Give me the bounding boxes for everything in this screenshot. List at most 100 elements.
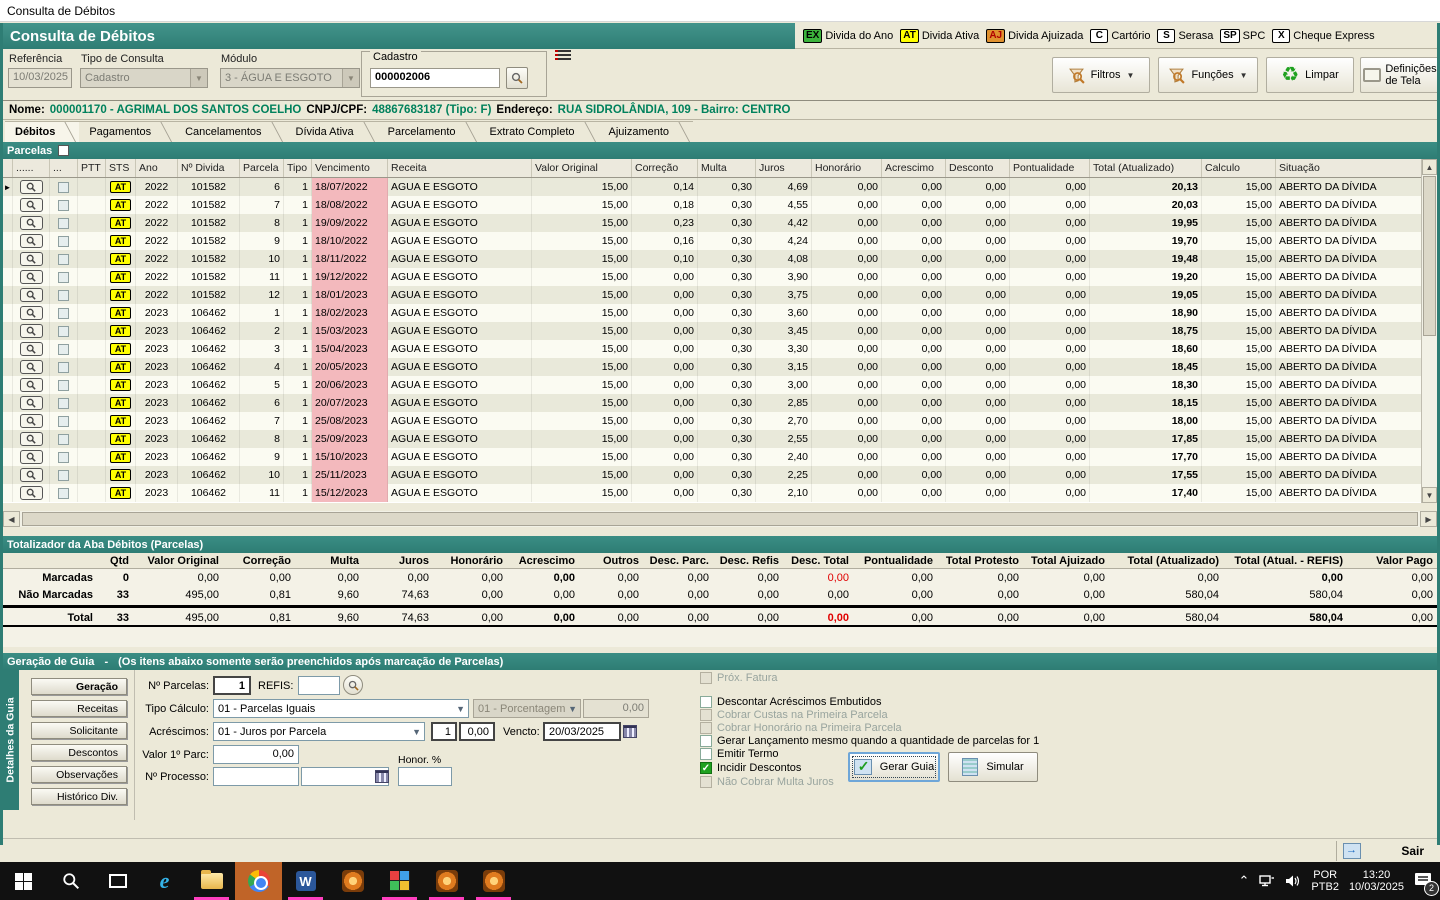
unchecked-checkbox-icon[interactable] (700, 722, 712, 734)
tipo-calculo-select[interactable]: 01 - Parcelas Iguais ▼ (213, 699, 469, 718)
grid-col-header[interactable]: Situação (1276, 159, 1421, 177)
grid-col-header[interactable]: ...... (13, 159, 50, 177)
row-detail-button[interactable] (19, 180, 43, 194)
grid-col-header[interactable]: Pontualidade (1010, 159, 1090, 177)
guia-side-button-hist-rico-div-[interactable]: Histórico Div. (31, 788, 127, 805)
acrescimos-select[interactable]: 01 - Juros por Parcela ▼ (213, 722, 425, 741)
row-checkbox[interactable] (58, 379, 69, 391)
grid-col-header[interactable]: Correção (632, 159, 698, 177)
tab-cancelamentos[interactable]: Cancelamentos (175, 121, 286, 142)
horizontal-scrollbar[interactable]: ◀ ▶ (3, 511, 1437, 527)
checkbox-cobrar-custas-na-primeira-parcela[interactable]: Cobrar Custas na Primeira Parcela (700, 709, 888, 721)
scroll-right-icon[interactable]: ▶ (1420, 511, 1437, 527)
unchecked-checkbox-icon[interactable] (700, 696, 712, 708)
definicoes-tela-button[interactable]: Definições de Tela (1360, 57, 1440, 93)
row-detail-button[interactable] (19, 450, 43, 464)
row-checkbox[interactable] (58, 253, 69, 265)
unchecked-checkbox-icon[interactable] (700, 672, 712, 684)
calendar-icon[interactable] (375, 770, 389, 783)
refis-search-button[interactable] (343, 675, 363, 695)
guia-side-button-descontos[interactable]: Descontos (31, 744, 127, 761)
row-detail-button[interactable] (19, 342, 43, 356)
processo-field-1[interactable] (213, 767, 299, 786)
grid-col-header[interactable]: Multa (698, 159, 756, 177)
acrescimos-n-field[interactable]: 1 (431, 722, 457, 741)
row-detail-button[interactable] (19, 288, 43, 302)
row-detail-button[interactable] (19, 198, 43, 212)
row-detail-button[interactable] (19, 486, 43, 500)
unchecked-checkbox-icon[interactable] (700, 748, 712, 760)
grid-col-header[interactable]: Parcela (240, 159, 284, 177)
language-indicator[interactable]: POR PTB2 (1311, 869, 1339, 893)
grid-col-header[interactable]: Desconto (946, 159, 1010, 177)
grid-col-header[interactable]: Total (Atualizado) (1090, 159, 1202, 177)
tray-chevron-icon[interactable]: ⌃ (1239, 873, 1250, 889)
grid-col-header[interactable]: Valor Original (532, 159, 632, 177)
row-detail-button[interactable] (19, 306, 43, 320)
guia-side-button-solicitante[interactable]: Solicitante (31, 722, 127, 739)
valor1-field[interactable]: 0,00 (213, 745, 299, 764)
tipo-consulta-select[interactable]: Cadastro ▼ (80, 68, 208, 88)
cadastro-options-icon[interactable] (554, 48, 572, 62)
tab-d-vida-ativa[interactable]: Dívida Ativa (285, 121, 378, 142)
row-detail-button[interactable] (19, 468, 43, 482)
taskbar-button-file-explorer[interactable] (188, 862, 235, 900)
row-checkbox[interactable] (58, 181, 69, 193)
notification-center-icon[interactable]: 2 (1414, 872, 1439, 896)
grid-col-header[interactable]: STS (106, 159, 136, 177)
row-checkbox[interactable] (58, 361, 69, 373)
tab-pagamentos[interactable]: Pagamentos (79, 121, 176, 142)
row-detail-button[interactable] (19, 216, 43, 230)
row-detail-button[interactable] (19, 378, 43, 392)
row-detail-button[interactable] (19, 252, 43, 266)
taskbar-button-task-view[interactable] (94, 862, 141, 900)
tab-d-bitos[interactable]: Débitos (5, 121, 80, 142)
checkbox-gerar-lan-amento-mesmo-quando-a-quantida[interactable]: Gerar Lançamento mesmo quando a quantida… (700, 735, 1039, 747)
row-detail-button[interactable] (19, 324, 43, 338)
referencia-field[interactable]: 10/03/2025 (8, 68, 72, 88)
refis-field[interactable] (298, 676, 340, 695)
taskbar-button-app-sun-3[interactable] (470, 862, 517, 900)
filtros-button[interactable]: Filtros ▼ (1052, 57, 1150, 93)
row-detail-button[interactable] (19, 414, 43, 428)
vencto-field[interactable]: 20/03/2025 (543, 722, 621, 741)
taskbar-button-internet-explorer[interactable]: e (141, 862, 188, 900)
row-checkbox[interactable] (58, 451, 69, 463)
checked-checkbox-icon[interactable]: ✓ (700, 762, 712, 774)
row-checkbox[interactable] (58, 487, 69, 499)
tab-parcelamento[interactable]: Parcelamento (377, 121, 480, 142)
grid-col-header[interactable]: Vencimento (312, 159, 388, 177)
network-icon[interactable] (1259, 874, 1275, 888)
clock[interactable]: 13:20 10/03/2025 (1349, 869, 1404, 893)
acrescimos-amount-field[interactable]: 0,00 (459, 722, 495, 741)
scroll-up-icon[interactable]: ▲ (1422, 159, 1437, 175)
grid-col-header[interactable]: Ano (136, 159, 178, 177)
porcentagem-amount-field[interactable]: 0,00 (583, 699, 649, 718)
modulo-select[interactable]: 3 - ÁGUA E ESGOTO ▼ (220, 68, 360, 88)
taskbar-button-chrome[interactable] (235, 862, 282, 900)
detalhes-da-guia-tab[interactable]: Detalhes da Guia (3, 670, 19, 810)
checkbox-cobrar-honor-rio-na-primeira-parcela[interactable]: Cobrar Honorário na Primeira Parcela (700, 722, 902, 734)
taskbar-button-start[interactable] (0, 862, 47, 900)
row-checkbox[interactable] (58, 235, 69, 247)
checkbox-n-o-cobrar-multa-juros[interactable]: Não Cobrar Multa Juros (700, 776, 834, 788)
unchecked-checkbox-icon[interactable] (700, 709, 712, 721)
porcentagem-select[interactable]: 01 - Porcentagem ▼ (473, 699, 581, 718)
grid-col-header[interactable] (3, 159, 13, 177)
grid-col-header[interactable]: Honorário (812, 159, 882, 177)
cadastro-search-button[interactable] (506, 67, 528, 89)
funcoes-button[interactable]: Funções ▼ (1158, 57, 1258, 93)
row-detail-button[interactable] (19, 234, 43, 248)
vertical-scrollbar[interactable]: ▲ ▼ (1421, 159, 1437, 503)
calendar-icon[interactable] (623, 725, 637, 738)
row-checkbox[interactable] (58, 217, 69, 229)
grid-col-header[interactable]: Calculo (1202, 159, 1276, 177)
row-checkbox[interactable] (58, 307, 69, 319)
checkbox-pr-x-fatura[interactable]: Próx. Fatura (700, 672, 778, 684)
row-checkbox[interactable] (58, 199, 69, 211)
grid-col-header[interactable]: Juros (756, 159, 812, 177)
row-checkbox[interactable] (58, 433, 69, 445)
unchecked-checkbox-icon[interactable] (700, 735, 712, 747)
guia-side-button-receitas[interactable]: Receitas (31, 700, 127, 717)
checkbox-emitir-termo[interactable]: Emitir Termo (700, 748, 779, 760)
